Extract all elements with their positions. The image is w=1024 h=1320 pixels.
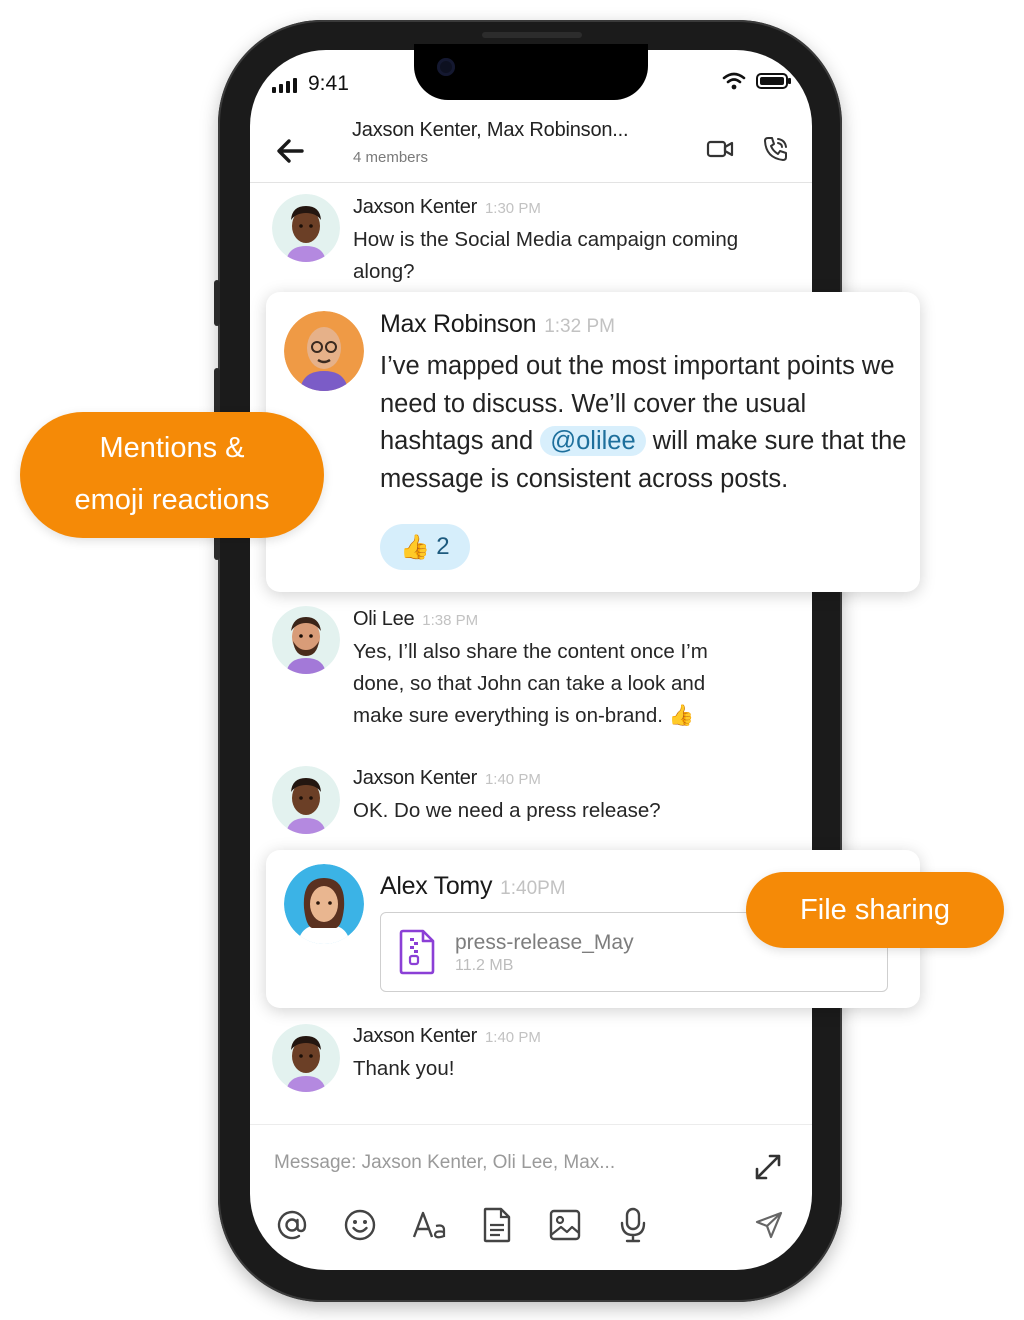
- sender-label: Jaxson Kenter: [353, 767, 477, 789]
- message-text: OK. Do we need a press release?: [353, 799, 661, 822]
- avatar-image: [272, 1024, 340, 1092]
- avatar-jaxson[interactable]: [272, 194, 340, 262]
- document-icon: [483, 1207, 511, 1243]
- avatar-image: [272, 766, 340, 834]
- sender-name: Max Robinson 1:32 PM: [380, 310, 615, 339]
- signal-icon: [272, 78, 297, 93]
- message-time: 1:40PM: [500, 878, 566, 899]
- message-input[interactable]: [274, 1152, 734, 1174]
- at-sign-icon: [277, 1210, 307, 1240]
- status-time: 9:41: [308, 72, 349, 95]
- chat-title[interactable]: Jaxson Kenter, Max Robinson...: [352, 119, 629, 142]
- speaker-grille: [482, 32, 582, 38]
- reaction-count: 2: [436, 533, 450, 560]
- attach-document-button[interactable]: [478, 1206, 516, 1244]
- sender-name: Jaxson Kenter 1:30 PM: [353, 196, 541, 219]
- send-button[interactable]: [750, 1206, 788, 1244]
- avatar-image: [272, 606, 340, 674]
- message-text: Thank you!: [353, 1057, 455, 1080]
- member-count[interactable]: 4 members: [353, 149, 428, 166]
- callout-line: Mentions &: [99, 432, 245, 464]
- back-arrow-icon[interactable]: [274, 134, 308, 168]
- phone-side-button: [214, 280, 220, 326]
- microphone-icon: [620, 1207, 646, 1243]
- sender-name: Jaxson Kenter 1:40 PM: [353, 1025, 541, 1048]
- message-time: 1:40 PM: [484, 771, 541, 788]
- mention-chip[interactable]: @olilee: [540, 426, 646, 456]
- sender-name: Oli Lee 1:38 PM: [353, 608, 478, 631]
- thumbs-up-icon: 👍: [400, 533, 431, 561]
- mentions-callout: Mentions & emoji reactions: [20, 412, 324, 538]
- message-time: 1:32 PM: [544, 316, 615, 337]
- sender-name: Alex Tomy 1:40PM: [380, 872, 566, 901]
- attach-image-button[interactable]: [546, 1206, 584, 1244]
- message-time: 1:30 PM: [484, 200, 541, 217]
- image-icon: [549, 1209, 581, 1241]
- avatar-image: [284, 864, 364, 944]
- sender-label: Oli Lee: [353, 608, 415, 630]
- message-time: 1:40 PM: [484, 1029, 541, 1046]
- message-time: 1:38 PM: [422, 612, 479, 629]
- sender-label: Alex Tomy: [380, 872, 493, 900]
- file-size: 11.2 MB: [455, 957, 514, 974]
- expand-icon[interactable]: [752, 1151, 784, 1183]
- phone-call-icon[interactable]: [762, 135, 790, 163]
- avatar-jaxson[interactable]: [272, 766, 340, 834]
- avatar-oli[interactable]: [272, 606, 340, 674]
- callout-line: File sharing: [800, 894, 950, 926]
- composer-divider: [250, 1124, 812, 1125]
- message-text: How is the Social Media campaign coming …: [353, 228, 739, 283]
- text-format-icon: [412, 1211, 446, 1239]
- message-text: Yes, I’ll also share the content once I’…: [353, 640, 708, 727]
- battery-icon: [756, 73, 791, 89]
- avatar-max[interactable]: [284, 311, 364, 391]
- text-format-button[interactable]: [410, 1206, 448, 1244]
- sender-name: Jaxson Kenter 1:40 PM: [353, 767, 541, 790]
- file-sharing-callout: File sharing: [746, 872, 1004, 948]
- sender-label: Max Robinson: [380, 310, 537, 338]
- zip-file-icon: [399, 929, 435, 975]
- file-name: press-release_May: [455, 931, 634, 954]
- avatar-image: [284, 311, 364, 391]
- video-call-icon[interactable]: [706, 136, 734, 162]
- avatar-alex[interactable]: [284, 864, 364, 944]
- sender-label: Jaxson Kenter: [353, 196, 477, 218]
- smiley-icon: [344, 1209, 376, 1241]
- callout-line: emoji reactions: [74, 484, 270, 516]
- front-camera: [437, 58, 455, 76]
- avatar-image: [272, 194, 340, 262]
- avatar-jaxson[interactable]: [272, 1024, 340, 1092]
- voice-message-button[interactable]: [614, 1206, 652, 1244]
- sender-label: Jaxson Kenter: [353, 1025, 477, 1047]
- send-icon: [755, 1211, 783, 1239]
- mention-button[interactable]: [273, 1206, 311, 1244]
- emoji-button[interactable]: [341, 1206, 379, 1244]
- thumbs-up-reaction[interactable]: 👍 2: [380, 524, 470, 570]
- status-icons: [722, 72, 792, 90]
- wifi-icon: [722, 72, 746, 90]
- message-text: I’ve mapped out the most important point…: [380, 348, 908, 498]
- header-divider: [250, 182, 812, 183]
